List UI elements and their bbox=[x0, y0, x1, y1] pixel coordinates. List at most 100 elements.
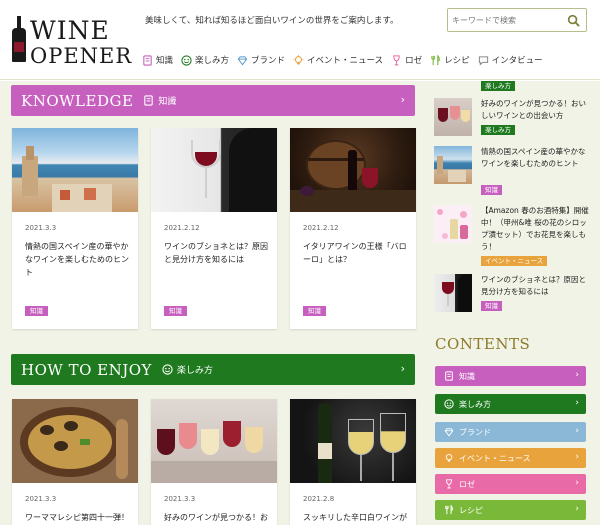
wine-bottle-icon bbox=[12, 16, 26, 62]
article-title[interactable]: 情熱の国スペイン産の華やかなワインを楽しむためのヒント bbox=[25, 240, 129, 279]
book-icon bbox=[144, 95, 154, 106]
category-tag[interactable]: 知識 bbox=[164, 306, 187, 316]
chevron-right-icon: › bbox=[400, 362, 405, 375]
sidebar: 楽しみ方 好みのワインが見つかる！おいしいワインとの出会い方 楽しみ方 情熱の国… bbox=[428, 81, 600, 525]
category-tag[interactable]: 楽しみ方 bbox=[481, 81, 515, 91]
logo-wine-text: WINE bbox=[30, 16, 110, 45]
smile-icon bbox=[181, 54, 192, 66]
section-title: HOW TO ENJOY bbox=[21, 360, 152, 379]
sidebar-thumbnail bbox=[434, 205, 472, 243]
section-subtitle: 楽しみ方 bbox=[162, 363, 213, 376]
nav-item-enjoy[interactable]: 楽しみ方 bbox=[181, 52, 229, 68]
section-title: KNOWLEDGE bbox=[21, 91, 134, 110]
category-button-label: レシピ bbox=[459, 505, 483, 515]
site-header: WINE OPENER 美味しくて、知れば知るほど面白いワインの世界をご案内しま… bbox=[0, 0, 600, 80]
article-date: 2021.3.3 bbox=[25, 495, 57, 503]
article-title[interactable]: スッキリした辛口白ワインが bbox=[303, 511, 407, 524]
category-button-recipe[interactable]: レシピ › bbox=[435, 500, 586, 520]
article-thumbnail-wine-glasses bbox=[151, 399, 277, 483]
category-tag[interactable]: 知識 bbox=[481, 301, 502, 311]
nav-label: ブランド bbox=[251, 56, 286, 66]
sidebar-article[interactable]: 【Amazon 春のお酒特集】開催中！（甲州&唯 桜の花のシロップ漬セット）でお… bbox=[434, 205, 594, 266]
lightbulb-icon bbox=[293, 54, 304, 64]
article-thumbnail-barolo-barrel bbox=[290, 128, 416, 212]
section-subtitle-text: 知識 bbox=[158, 97, 177, 107]
category-button-label: 楽しみ方 bbox=[459, 399, 491, 409]
article-thumbnail-spain-coast bbox=[12, 128, 138, 212]
chevron-right-icon: › bbox=[400, 93, 405, 106]
glass-icon bbox=[446, 479, 452, 489]
chevron-right-icon: › bbox=[575, 426, 579, 436]
category-tag[interactable]: 知識 bbox=[303, 306, 326, 316]
chevron-right-icon: › bbox=[575, 452, 579, 462]
fork-knife-icon bbox=[445, 505, 453, 515]
section-header-how-to-enjoy[interactable]: HOW TO ENJOY 楽しみ方 › bbox=[11, 354, 415, 385]
contents-heading: CONTENTS bbox=[435, 335, 531, 353]
nav-label: レシピ bbox=[444, 56, 470, 66]
nav-label: 楽しみ方 bbox=[195, 56, 230, 66]
site-logo[interactable]: WINE OPENER bbox=[10, 12, 131, 68]
smile-icon bbox=[162, 364, 173, 375]
category-button-enjoy[interactable]: 楽しみ方 › bbox=[435, 394, 586, 414]
category-tag[interactable]: 楽しみ方 bbox=[481, 125, 515, 135]
category-button-label: ブランド bbox=[459, 427, 491, 437]
article-thumbnail-white-wine bbox=[290, 399, 416, 483]
article-title[interactable]: 好みのワインが見つかる！お bbox=[164, 511, 268, 524]
sidebar-article[interactable]: ワインのブショネとは？原因と見分け方を知るには 知識 bbox=[434, 274, 594, 314]
article-date: 2021.2.8 bbox=[303, 495, 335, 503]
nav-label: ロゼ bbox=[405, 56, 423, 66]
article-card[interactable]: 2021.3.3 ワーママレシピ第四十一弾！ bbox=[12, 399, 138, 525]
chat-icon bbox=[478, 55, 488, 66]
article-title[interactable]: ワインのブショネとは？原因と見分け方を知るには bbox=[164, 240, 268, 266]
sidebar-article[interactable]: 情熱の国スペイン産の華やかなワインを楽しむためのヒント 知識 bbox=[434, 146, 594, 195]
nav-item-brand[interactable]: ブランド bbox=[237, 52, 285, 68]
smile-icon bbox=[444, 399, 454, 409]
lightbulb-icon bbox=[445, 453, 453, 462]
nav-label: 知識 bbox=[156, 56, 174, 66]
article-date: 2021.3.3 bbox=[164, 495, 196, 503]
section-subtitle-text: 楽しみ方 bbox=[176, 366, 213, 376]
article-card[interactable]: 2021.3.3 情熱の国スペイン産の華やかなワインを楽しむためのヒント 知識 bbox=[12, 128, 138, 329]
article-title[interactable]: イタリアワインの王様「バローロ」とは？ bbox=[303, 240, 407, 266]
article-date: 2021.2.12 bbox=[164, 224, 200, 232]
search-input[interactable] bbox=[452, 12, 560, 28]
nav-item-event-news[interactable]: イベント・ニュース bbox=[293, 52, 383, 68]
article-card[interactable]: 2021.2.12 ワインのブショネとは？原因と見分け方を知るには 知識 bbox=[151, 128, 277, 329]
sidebar-article-title: 【Amazon 春のお酒特集】開催中！（甲州&唯 桜の花のシロップ漬セット）でお… bbox=[481, 206, 589, 251]
site-tagline: 美味しくて、知れば知るほど面白いワインの世界をご案内します。 bbox=[145, 16, 399, 26]
search-icon[interactable] bbox=[567, 14, 580, 27]
diamond-icon bbox=[444, 428, 454, 437]
article-card[interactable]: 2021.2.12 イタリアワインの王様「バローロ」とは？ 知識 bbox=[290, 128, 416, 329]
book-icon bbox=[143, 54, 152, 66]
nav-item-rose[interactable]: ロゼ bbox=[391, 52, 422, 68]
category-button-rose[interactable]: ロゼ › bbox=[435, 474, 586, 494]
category-button-event-news[interactable]: イベント・ニュース › bbox=[435, 448, 586, 468]
book-icon bbox=[445, 371, 453, 381]
section-header-knowledge[interactable]: KNOWLEDGE 知識 › bbox=[11, 85, 415, 116]
category-tag[interactable]: 知識 bbox=[25, 306, 48, 316]
nav-item-recipe[interactable]: レシピ bbox=[430, 52, 470, 68]
fork-knife-icon bbox=[431, 54, 440, 65]
nav-item-interview[interactable]: インタビュー bbox=[478, 52, 543, 68]
article-card[interactable]: 2021.3.3 好みのワインが見つかる！お bbox=[151, 399, 277, 525]
sidebar-thumbnail bbox=[434, 146, 472, 184]
chevron-right-icon: › bbox=[575, 478, 579, 488]
sidebar-article[interactable]: 好みのワインが見つかる！おいしいワインとの出会い方 楽しみ方 bbox=[434, 98, 594, 138]
category-tag[interactable]: イベント・ニュース bbox=[481, 256, 548, 266]
article-date: 2021.2.12 bbox=[303, 224, 339, 232]
main-content: KNOWLEDGE 知識 › 2021.3.3 情熱の国スペイン産の華やかなワイ… bbox=[0, 81, 428, 525]
category-button-label: 知識 bbox=[459, 371, 475, 381]
article-card[interactable]: 2021.2.8 スッキリした辛口白ワインが bbox=[290, 399, 416, 525]
category-button-label: ロゼ bbox=[459, 479, 475, 489]
diamond-icon bbox=[237, 55, 248, 65]
category-button-brand[interactable]: ブランド › bbox=[435, 422, 586, 442]
sidebar-article-title: 好みのワインが見つかる！おいしいワインとの出会い方 bbox=[481, 99, 586, 120]
sidebar-article-title: 情熱の国スペイン産の華やかなワインを楽しむためのヒント bbox=[481, 147, 586, 168]
article-title[interactable]: ワーママレシピ第四十一弾！ bbox=[25, 511, 129, 524]
category-tag[interactable]: 知識 bbox=[481, 185, 502, 195]
nav-item-knowledge[interactable]: 知識 bbox=[142, 52, 173, 68]
search-box bbox=[447, 8, 587, 32]
category-button-knowledge[interactable]: 知識 › bbox=[435, 366, 586, 386]
category-button-label: イベント・ニュース bbox=[459, 453, 531, 463]
article-thumbnail-clam-stew bbox=[12, 399, 138, 483]
